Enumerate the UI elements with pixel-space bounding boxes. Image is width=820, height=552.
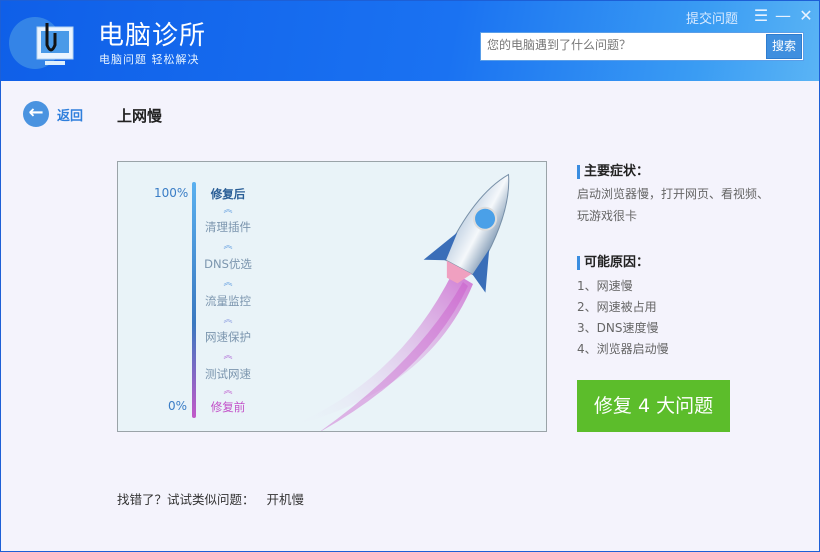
search-box: 搜索 (480, 32, 804, 61)
cause-item: 3、DNS速度慢 (577, 321, 659, 335)
similar-label: 找错了？试试类似问题： (117, 492, 255, 507)
app-logo-icon (9, 17, 74, 69)
fix-problems-button[interactable]: 修复 4 大问题 (577, 380, 730, 432)
up-arrow-icon: ︽ (223, 205, 233, 215)
cause-item: 1、网速慢 (577, 279, 633, 293)
page-title: 上网慢 (117, 107, 163, 125)
symptoms-heading: 主要症状： (577, 165, 649, 179)
step-item: 清理插件 (205, 220, 251, 234)
search-input[interactable] (487, 38, 757, 52)
step-item: 流量监控 (205, 294, 251, 308)
up-arrow-icon: ︽ (223, 351, 233, 361)
step-item: 网速保护 (205, 330, 251, 344)
step-before: 修复前 (210, 400, 246, 414)
search-button[interactable]: 搜索 (766, 34, 802, 59)
rocket-illustration-icon (288, 173, 510, 431)
cause-item: 4、浏览器启动慢 (577, 342, 669, 356)
up-arrow-icon: ︽ (223, 241, 233, 251)
causes-heading: 可能原因： (577, 256, 649, 270)
back-button[interactable]: ← 返回 (23, 101, 83, 127)
cause-item: 2、网速被占用 (577, 300, 657, 314)
step-item: DNS优选 (204, 257, 252, 271)
app-title: 电脑诊所 (98, 21, 207, 51)
menu-icon[interactable]: ☰ (751, 6, 771, 25)
symptoms-line: 玩游戏很卡 (577, 209, 638, 223)
back-label: 返回 (57, 108, 84, 124)
up-arrow-icon: ︽ (223, 386, 233, 396)
up-arrow-icon: ︽ (223, 315, 233, 325)
close-icon[interactable]: ✕ (796, 6, 816, 25)
similar-problem-link[interactable]: 开机慢 (267, 492, 305, 507)
step-after: 修复后 (210, 187, 246, 201)
progress-bottom-label: 0% (168, 399, 188, 413)
back-arrow-icon: ← (23, 101, 49, 127)
progress-top-label: 100% (154, 186, 189, 200)
up-arrow-icon: ︽ (223, 278, 233, 288)
repair-progress-panel: 100% 0% 修复后 ︽ 清理插件 ︽ DNS优选 ︽ 流量监控 ︽ 网速保护… (117, 161, 547, 432)
symptoms-line: 启动浏览器慢，打开网页、看视频、 (577, 187, 770, 201)
progress-bar (192, 182, 196, 418)
submit-problem-link[interactable]: 提交问题 (686, 8, 738, 27)
similar-problems: 找错了？试试类似问题： 开机慢 (117, 489, 304, 508)
title-bar: 电脑诊所 电脑问题 轻松解决 提交问题 ☰ — ✕ 搜索 (1, 1, 819, 81)
app-subtitle: 电脑问题 轻松解决 (99, 53, 200, 66)
step-item: 测试网速 (205, 367, 251, 381)
minimize-icon[interactable]: — (773, 6, 793, 25)
